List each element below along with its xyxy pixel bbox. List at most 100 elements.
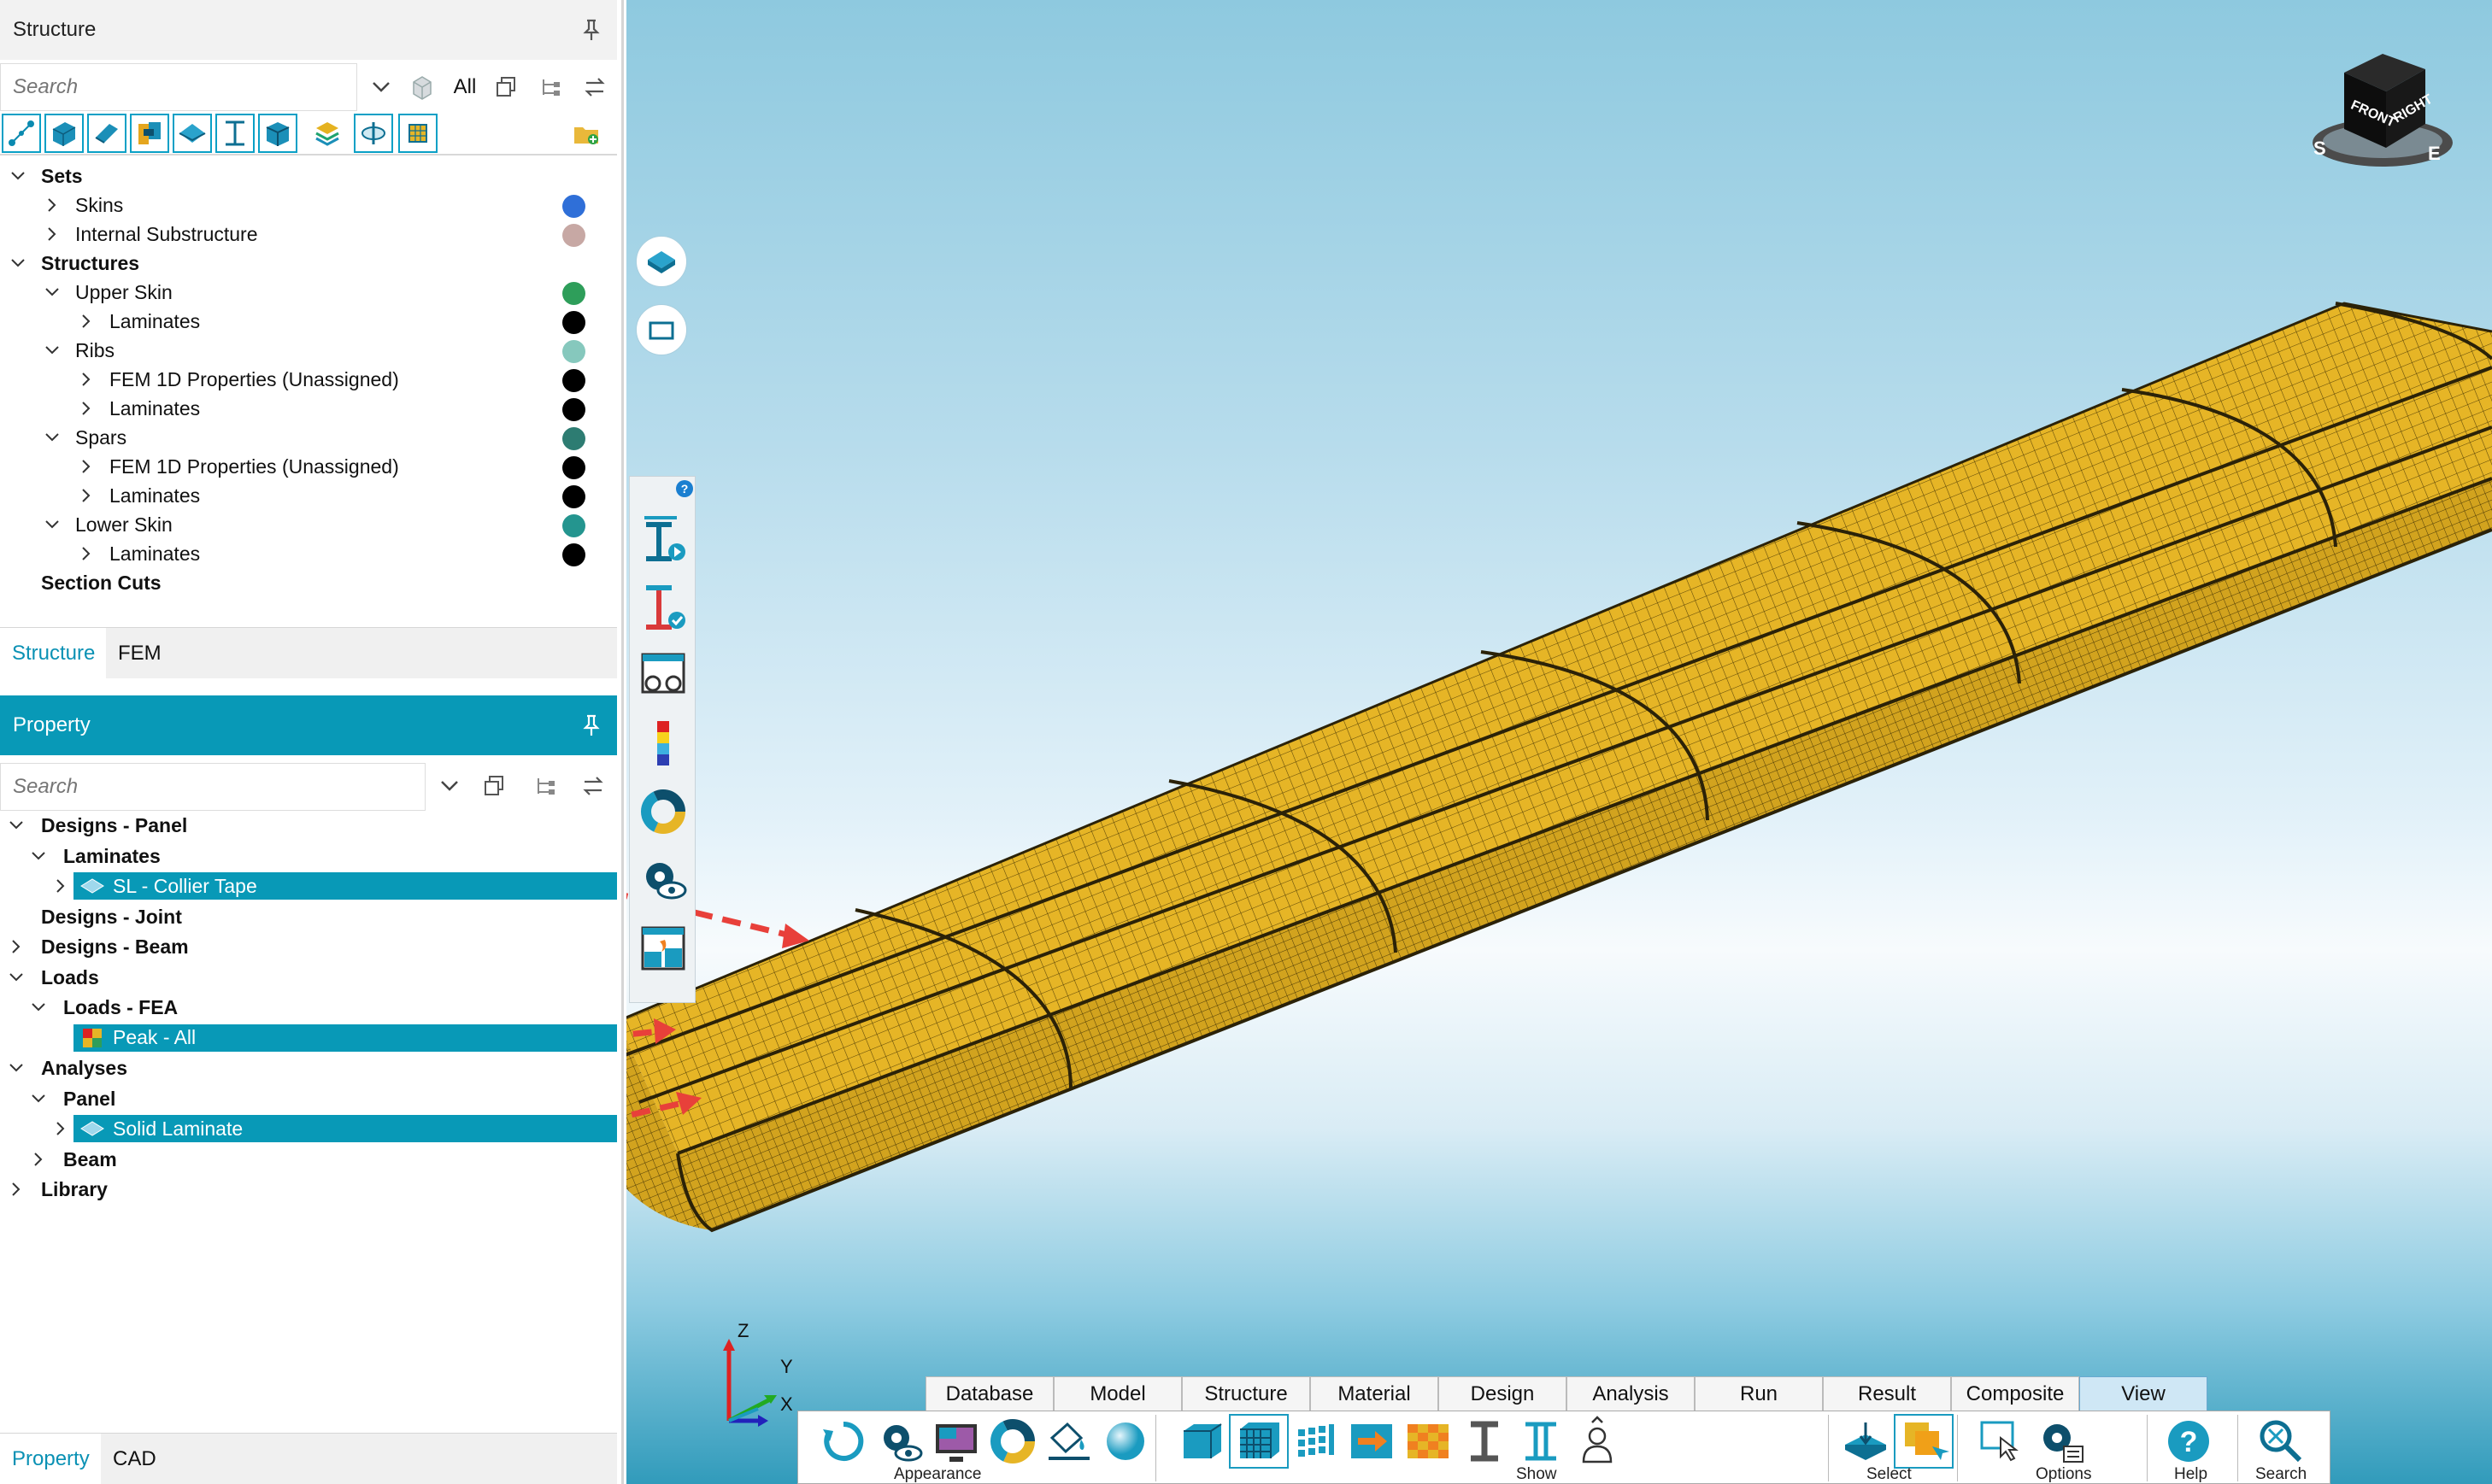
plate-icon[interactable] — [87, 114, 126, 153]
swap-icon[interactable] — [578, 771, 608, 801]
color-dot[interactable] — [562, 311, 585, 334]
tree-item[interactable]: Ribs — [0, 336, 617, 365]
color-scale-icon[interactable] — [635, 713, 691, 774]
grid-show-icon[interactable] — [1229, 1414, 1289, 1469]
beam-show-icon[interactable] — [1455, 1414, 1514, 1469]
tree-item[interactable]: Structures — [0, 249, 617, 278]
paint-bucket-icon[interactable] — [1039, 1414, 1099, 1469]
chevron-down-icon[interactable] — [5, 963, 27, 992]
person-show-icon[interactable] — [1567, 1414, 1627, 1469]
tree-item[interactable]: Laminates — [0, 307, 617, 336]
collapse-all-icon[interactable] — [479, 771, 509, 801]
chevron-down-icon[interactable] — [27, 993, 50, 1022]
chevron-right-icon[interactable] — [75, 452, 97, 481]
tree-item[interactable]: Loads — [0, 963, 617, 994]
swap-icon[interactable] — [579, 72, 610, 103]
solid-icon[interactable] — [44, 114, 84, 153]
color-dot[interactable] — [562, 485, 585, 508]
select-panel-icon[interactable] — [1836, 1414, 1895, 1469]
tree-item[interactable]: Sets — [0, 161, 617, 191]
chevron-down-icon[interactable] — [5, 811, 27, 840]
tree-item[interactable]: Designs - Joint — [0, 902, 617, 933]
chevron-right-icon[interactable] — [75, 481, 97, 510]
view-frame-button[interactable] — [636, 304, 687, 355]
refresh-icon[interactable] — [814, 1414, 873, 1469]
color-dot[interactable] — [562, 224, 585, 247]
chevron-down-icon[interactable] — [27, 1084, 50, 1113]
tree-item[interactable]: Laminates — [0, 842, 617, 872]
beam-check-icon[interactable] — [635, 576, 691, 637]
ribbon-tab-structure[interactable]: Structure — [1182, 1376, 1310, 1411]
checker-show-icon[interactable] — [1398, 1414, 1458, 1469]
view-surface-button[interactable] — [636, 236, 687, 287]
property-search-box[interactable] — [0, 763, 426, 811]
chevron-down-icon[interactable] — [366, 72, 397, 103]
ribbon-tab-material[interactable]: Material — [1310, 1376, 1438, 1411]
tree-item-selected[interactable]: Solid Laminate — [0, 1114, 617, 1145]
tree-item[interactable]: Beam — [0, 1145, 617, 1176]
chevron-right-icon[interactable] — [41, 220, 63, 249]
tree-item[interactable]: Lower Skin — [0, 510, 617, 539]
chevron-down-icon[interactable] — [41, 510, 63, 539]
glasses-window-icon[interactable] — [635, 644, 691, 706]
help-badge-icon[interactable]: ? — [676, 480, 693, 497]
ribbon-tab-analysis[interactable]: Analysis — [1566, 1376, 1695, 1411]
hierarchy-icon[interactable] — [530, 771, 561, 801]
tree-item[interactable]: Upper Skin — [0, 278, 617, 307]
help-icon[interactable]: ? — [2159, 1414, 2219, 1469]
settings-eye-icon[interactable] — [635, 849, 691, 911]
tree-item[interactable]: Laminates — [0, 539, 617, 568]
chevron-right-icon[interactable] — [75, 365, 97, 394]
selection-highlight[interactable]: SL - Collier Tape — [73, 872, 617, 900]
view-cube[interactable]: FRONT RIGHT S E — [2310, 47, 2455, 175]
chevron-right-icon[interactable] — [50, 1114, 72, 1143]
color-dot[interactable] — [562, 398, 585, 421]
tree-item[interactable]: Analyses — [0, 1053, 617, 1084]
ribbon-tab-composite[interactable]: Composite — [1951, 1376, 2079, 1411]
beam-run-icon[interactable] — [635, 507, 691, 569]
color-dot[interactable] — [562, 340, 585, 363]
filter-all-label[interactable]: All — [450, 72, 480, 103]
select-group-icon[interactable] — [1894, 1414, 1954, 1469]
sphere-icon[interactable] — [1096, 1414, 1155, 1469]
display-icon[interactable] — [926, 1414, 986, 1469]
tree-item-selected[interactable]: Peak - All — [0, 1024, 617, 1054]
chevron-right-icon[interactable] — [75, 307, 97, 336]
chevron-right-icon[interactable] — [41, 191, 63, 220]
tree-item[interactable]: FEM 1D Properties (Unassigned) — [0, 452, 617, 481]
panel-show-icon[interactable] — [1173, 1414, 1232, 1469]
new-folder-icon[interactable] — [571, 120, 602, 149]
chevron-right-icon[interactable] — [75, 394, 97, 423]
chevron-down-icon[interactable] — [7, 249, 29, 278]
tab-fem[interactable]: FEM — [106, 628, 173, 679]
ribbon-tab-database[interactable]: Database — [926, 1376, 1054, 1411]
selection-highlight[interactable]: Solid Laminate — [73, 1115, 617, 1142]
ribbon-tab-result[interactable]: Result — [1823, 1376, 1951, 1411]
selection-highlight[interactable]: Peak - All — [73, 1024, 617, 1052]
chevron-right-icon[interactable] — [5, 1175, 27, 1204]
color-dot[interactable] — [562, 456, 585, 479]
tree-item[interactable]: Section Cuts — [0, 568, 617, 597]
tree-item[interactable]: Panel — [0, 1084, 617, 1115]
donut-chart-icon[interactable] — [635, 781, 691, 842]
chevron-right-icon[interactable] — [5, 932, 27, 961]
pin-icon[interactable] — [581, 713, 602, 737]
tree-item[interactable]: Internal Substructure — [0, 220, 617, 249]
hierarchy-icon[interactable] — [535, 72, 566, 103]
tree-item[interactable]: Designs - Beam — [0, 932, 617, 963]
color-dot[interactable] — [562, 369, 585, 392]
color-dot[interactable] — [562, 514, 585, 537]
tree-item[interactable]: Designs - Panel — [0, 811, 617, 842]
tree-item[interactable]: Library — [0, 1175, 617, 1205]
fem-icon[interactable] — [398, 114, 438, 153]
chevron-down-icon[interactable] — [27, 842, 50, 871]
ribbon-tab-view[interactable]: View — [2079, 1376, 2207, 1411]
3d-viewport[interactable]: FRONT RIGHT S E Z Y X — [626, 0, 2492, 1484]
zoom-search-icon[interactable] — [2251, 1414, 2311, 1469]
property-search-input[interactable] — [1, 775, 411, 799]
cube-filter-icon[interactable] — [405, 70, 439, 104]
color-dot[interactable] — [562, 282, 585, 305]
chevron-down-icon[interactable] — [41, 278, 63, 307]
joint-icon[interactable] — [130, 114, 169, 153]
color-dot[interactable] — [562, 427, 585, 450]
